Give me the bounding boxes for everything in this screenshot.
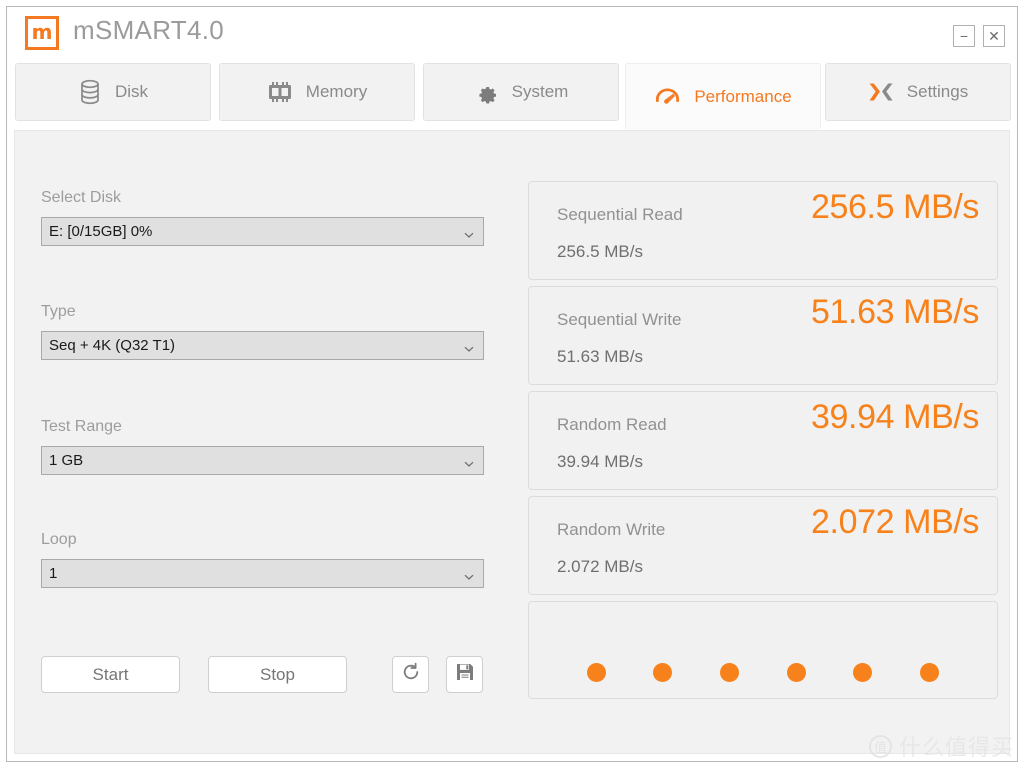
tab-system[interactable]: System [423,63,619,121]
result-value: 39.94 MB/s [811,398,979,436]
x-arrows-icon [868,81,894,103]
performance-panel: Select Disk E: [0/15GB] 0% Type Seq + 4K… [14,130,1010,754]
app-logo: m [25,16,59,50]
result-card: Sequential Read 256.5 MB/s 256.5 MB/s [528,181,998,280]
minimize-button[interactable]: − [953,25,975,47]
tab-memory-label: Memory [305,82,368,101]
type-group: Type Seq + 4K (Q32 T1) [41,303,484,360]
tab-performance[interactable]: Performance [625,63,821,130]
result-name: Random Read [557,415,667,434]
loop-label: Loop [41,531,77,548]
test-range-label: Test Range [41,418,122,435]
results-pane: Sequential Read 256.5 MB/s 256.5 MB/s Se… [528,181,998,699]
window-controls: − ✕ [953,25,1005,47]
tab-bar: Disk Memory System Performance Settings [7,55,1017,130]
stop-button[interactable]: Stop [208,656,347,693]
result-detail: 51.63 MB/s [557,347,643,366]
gear-icon [474,80,499,105]
tab-disk[interactable]: Disk [15,63,211,121]
progress-dot [586,663,606,682]
tab-performance-label: Performance [694,86,792,106]
progress-dot [786,663,806,682]
start-button[interactable]: Start [41,656,180,693]
result-name: Random Write [557,520,666,539]
chevron-down-icon [464,341,474,352]
result-name: Sequential Write [557,310,682,329]
result-detail: 39.94 MB/s [557,452,643,471]
result-value: 2.072 MB/s [811,503,979,541]
test-configuration-pane: Select Disk E: [0/15GB] 0% Type Seq + 4K… [41,131,486,753]
loop-value: 1 [49,565,58,582]
title-bar: m mSMART4.0 − ✕ [7,7,1017,55]
logo-glyph: m [31,20,53,44]
type-value: Seq + 4K (Q32 T1) [49,337,176,354]
tab-settings-label: Settings [906,82,969,101]
speedometer-icon [654,86,681,108]
tab-settings[interactable]: Settings [825,63,1011,121]
progress-dot [853,663,873,682]
tab-disk-label: Disk [114,82,149,101]
result-value: 256.5 MB/s [811,188,979,226]
progress-dot [920,663,940,682]
app-title: mSMART4.0 [73,15,225,45]
chevron-down-icon [464,227,474,238]
chevron-down-icon [464,569,474,580]
refresh-icon [401,662,421,687]
result-card: Random Write 2.072 MB/s 2.072 MB/s [528,496,998,595]
save-icon [455,662,475,687]
disk-icon [78,79,102,105]
app-root: m mSMART4.0 − ✕ Disk Memory System Perfo… [0,0,1024,768]
loop-dropdown[interactable]: 1 [41,559,484,588]
progress-dots [529,663,997,682]
result-detail: 256.5 MB/s [557,242,643,261]
action-button-row: Start Stop [41,656,483,693]
result-detail: 2.072 MB/s [557,557,643,576]
chevron-down-icon [464,456,474,467]
select-disk-value: E: [0/15GB] 0% [49,223,153,240]
select-disk-group: Select Disk E: [0/15GB] 0% [41,189,484,246]
tab-system-label: System [511,82,569,101]
result-value: 51.63 MB/s [811,293,979,331]
close-button[interactable]: ✕ [983,25,1005,47]
memory-icon [267,81,293,103]
select-disk-label: Select Disk [41,189,122,206]
refresh-button[interactable] [392,656,429,693]
type-label: Type [41,303,76,320]
application-window: m mSMART4.0 − ✕ Disk Memory System Perfo… [6,6,1018,762]
tab-memory[interactable]: Memory [219,63,415,121]
result-card: Random Read 39.94 MB/s 39.94 MB/s [528,391,998,490]
progress-dot [653,663,673,682]
progress-dot [720,663,740,682]
test-range-dropdown[interactable]: 1 GB [41,446,484,475]
test-range-value: 1 GB [49,452,84,469]
save-button[interactable] [446,656,483,693]
result-card: Sequential Write 51.63 MB/s 51.63 MB/s [528,286,998,385]
result-name: Sequential Read [557,205,683,224]
type-dropdown[interactable]: Seq + 4K (Q32 T1) [41,331,484,360]
progress-indicator-panel [528,601,998,699]
select-disk-dropdown[interactable]: E: [0/15GB] 0% [41,217,484,246]
test-range-group: Test Range 1 GB [41,418,484,475]
loop-group: Loop 1 [41,531,484,588]
